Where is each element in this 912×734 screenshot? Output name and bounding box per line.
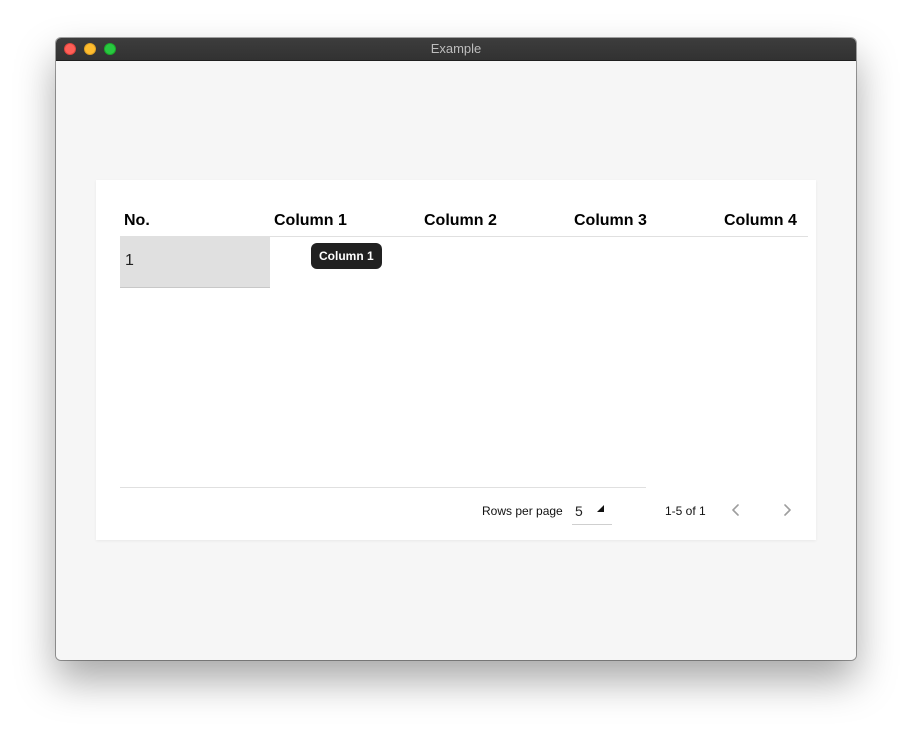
- column-header-no[interactable]: No.: [120, 212, 150, 230]
- title-bar[interactable]: Example: [56, 38, 856, 61]
- column-header-column-4[interactable]: Column 4: [720, 212, 797, 230]
- pagination-range: 1-5 of 1: [665, 504, 706, 518]
- window-title: Example: [430, 41, 482, 56]
- chevron-right-icon: [784, 504, 791, 516]
- app-window: Example No. Column 1 Column 2 Column 3 C…: [56, 38, 856, 660]
- cell-value: 1: [125, 252, 134, 269]
- next-page-button[interactable]: [777, 500, 797, 520]
- column-tooltip: Column 1: [311, 243, 382, 269]
- rows-per-page-label: Rows per page: [482, 504, 563, 518]
- footer-divider: [120, 487, 646, 488]
- table-cell-no[interactable]: 1: [120, 236, 270, 288]
- window-content: No. Column 1 Column 2 Column 3 Column 4 …: [56, 61, 856, 660]
- data-table-card: No. Column 1 Column 2 Column 3 Column 4 …: [96, 180, 816, 540]
- table-row[interactable]: 1 Column 1: [120, 236, 808, 288]
- column-header-column-1[interactable]: Column 1: [270, 212, 347, 230]
- column-header-column-3[interactable]: Column 3: [570, 212, 647, 230]
- column-header-column-2[interactable]: Column 2: [420, 212, 497, 230]
- rows-per-page-value: 5: [575, 503, 583, 519]
- previous-page-button[interactable]: [726, 500, 746, 520]
- dropdown-arrow-icon: [597, 505, 604, 512]
- chevron-left-icon: [732, 504, 739, 516]
- table-header-row: No. Column 1 Column 2 Column 3 Column 4: [120, 202, 808, 237]
- rows-per-page-select[interactable]: 5: [572, 498, 612, 525]
